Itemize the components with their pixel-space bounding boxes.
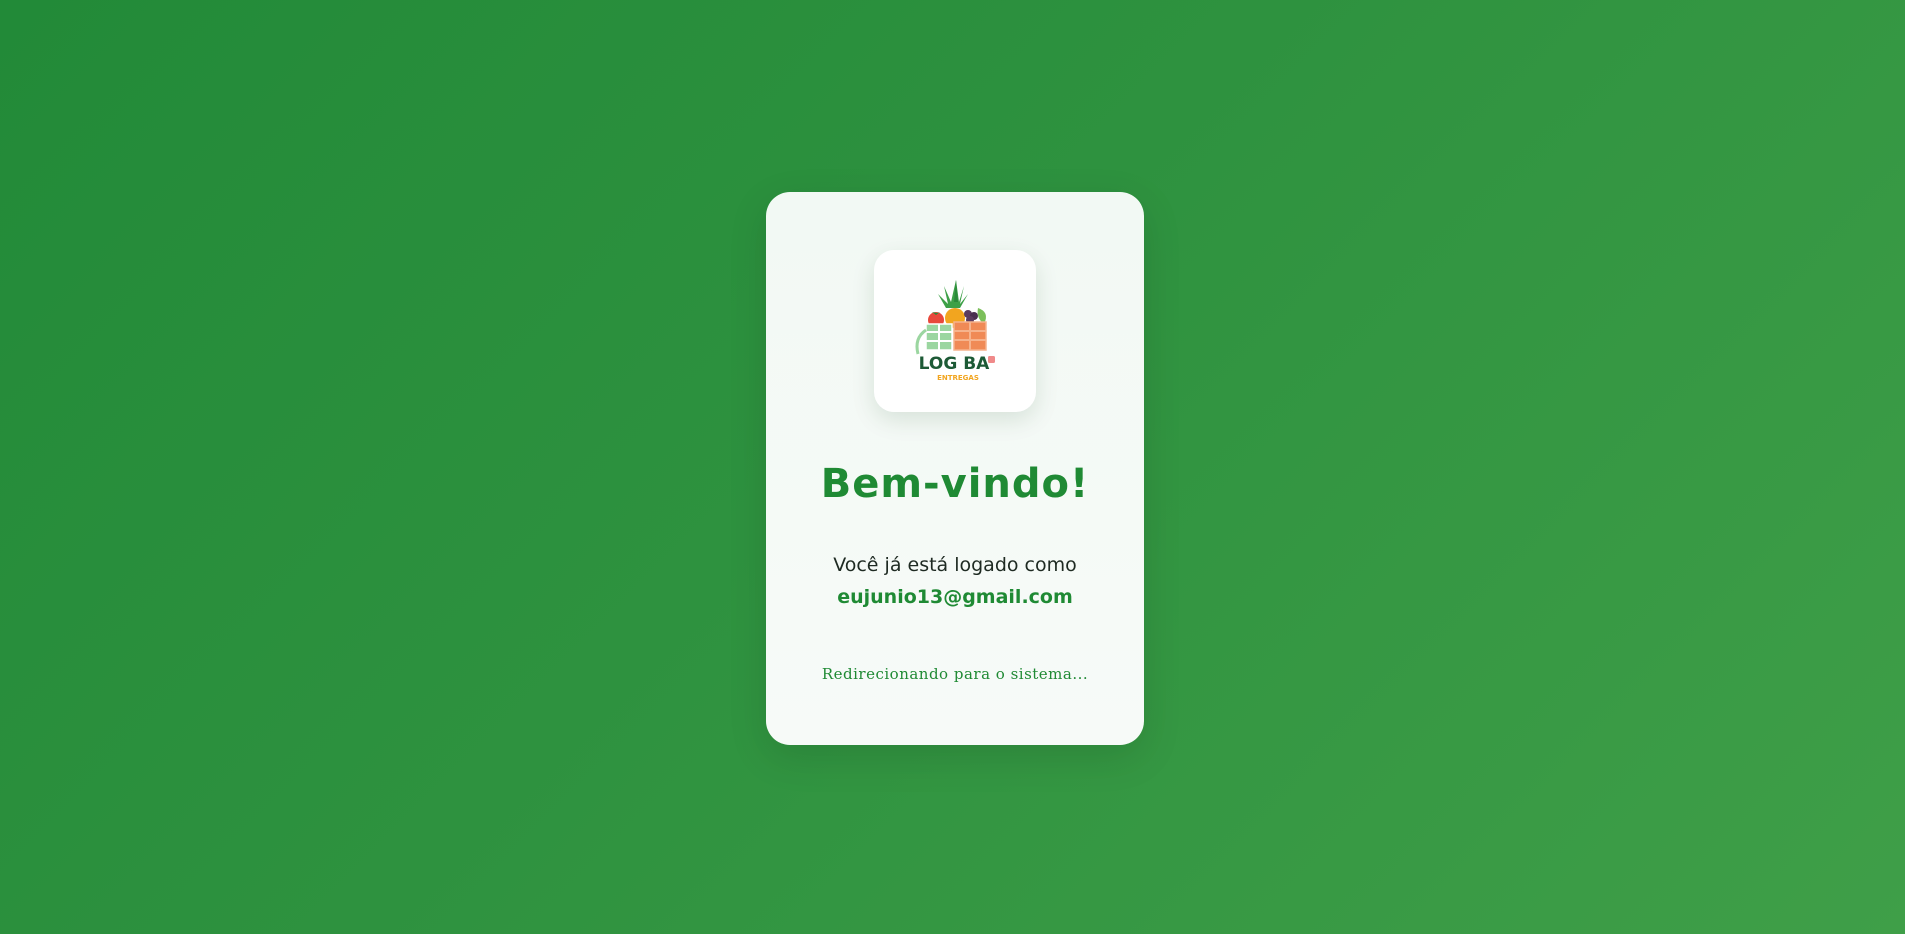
logged-in-message: Você já está logado como	[833, 554, 1077, 576]
redirect-status: Redirecionando para o sistema...	[821, 665, 1089, 683]
page-background: { "logo": { "icon": "log-ba-logo", "bran…	[0, 0, 1905, 934]
logo-container: LOG BA ENTREGAS	[874, 250, 1036, 412]
logo-brand-text: LOG BA	[919, 354, 991, 374]
welcome-card: LOG BA ENTREGAS Bem-vindo! Você já está …	[766, 192, 1144, 745]
user-email: eujunio13@gmail.com	[837, 586, 1073, 608]
welcome-title: Bem-vindo!	[820, 461, 1090, 507]
logo-sub-text: ENTREGAS	[937, 374, 979, 382]
log-ba-logo-icon: LOG BA ENTREGAS	[915, 280, 995, 382]
